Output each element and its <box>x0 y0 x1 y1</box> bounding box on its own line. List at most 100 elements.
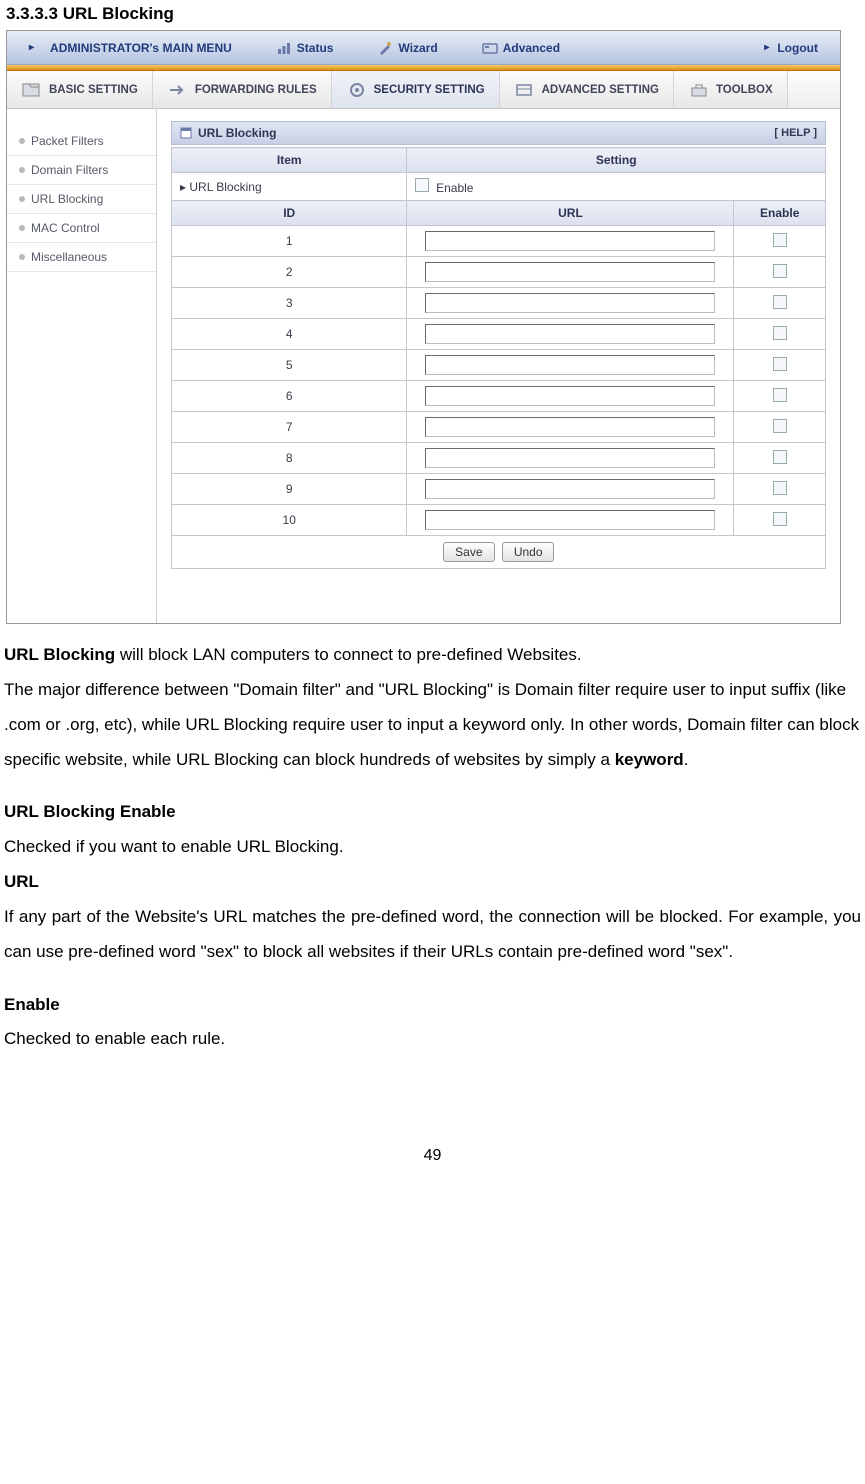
top-logout[interactable]: ▸ Logout <box>742 31 840 64</box>
cell-id: 7 <box>172 412 407 443</box>
text-url: If any part of the Website's URL matches… <box>4 900 861 970</box>
url-input[interactable] <box>425 231 715 251</box>
tab-toolbox[interactable]: TOOLBOX <box>674 71 788 108</box>
router-screenshot: ▸ ADMINISTRATOR's MAIN MENU Status Wizar… <box>6 30 841 624</box>
paragraph-intro: URL Blocking will block LAN computers to… <box>4 638 861 673</box>
content-panel: URL Blocking [ HELP ] Item Setting ▸ URL… <box>157 109 840 623</box>
top-bar: ▸ ADMINISTRATOR's MAIN MENU Status Wizar… <box>7 31 840 65</box>
cell-url <box>407 381 734 412</box>
table-row: 9 <box>172 474 826 505</box>
sidebar-label: Domain Filters <box>31 163 108 177</box>
top-status[interactable]: Status <box>254 31 356 64</box>
url-input[interactable] <box>425 479 715 499</box>
top-advanced-label: Advanced <box>503 41 560 55</box>
row-enable-checkbox[interactable] <box>773 326 787 340</box>
col-setting: Setting <box>407 148 826 173</box>
url-input[interactable] <box>425 355 715 375</box>
row-enable-checkbox[interactable] <box>773 512 787 526</box>
diff-end: . <box>684 750 689 769</box>
table-row: 7 <box>172 412 826 443</box>
top-status-label: Status <box>297 41 334 55</box>
keyword-term: keyword <box>615 750 684 769</box>
table-row: 5 <box>172 350 826 381</box>
subhead-url: URL <box>4 865 861 900</box>
cell-enable <box>734 474 826 505</box>
cell-id: 3 <box>172 288 407 319</box>
sidebar-label: MAC Control <box>31 221 100 235</box>
menu-arrow-icon: ▸ <box>29 42 34 53</box>
toolbox-icon <box>688 81 710 99</box>
subhead-enable: URL Blocking Enable <box>4 795 861 830</box>
tab-advanced-label: ADVANCED SETTING <box>542 84 659 96</box>
row-url-blocking: ▸ URL Blocking <box>172 173 407 201</box>
undo-button[interactable]: Undo <box>502 542 554 562</box>
tab-basic-label: BASIC SETTING <box>49 84 138 96</box>
tab-basic[interactable]: BASIC SETTING <box>7 71 153 108</box>
text-enable2: Checked to enable each rule. <box>4 1022 861 1057</box>
cell-id: 8 <box>172 443 407 474</box>
url-input[interactable] <box>425 386 715 406</box>
sidebar-item-packet-filters[interactable]: Packet Filters <box>7 127 156 156</box>
url-input[interactable] <box>425 510 715 530</box>
advanced-setting-icon <box>514 81 536 99</box>
text-enable: Checked if you want to enable URL Blocki… <box>4 830 861 865</box>
row-enable-checkbox[interactable] <box>773 264 787 278</box>
main-menu-label: ▸ ADMINISTRATOR's MAIN MENU <box>7 31 254 64</box>
top-wizard[interactable]: Wizard <box>355 31 459 64</box>
top-advanced[interactable]: Advanced <box>460 31 582 64</box>
col-id: ID <box>172 201 407 226</box>
tab-security[interactable]: SECURITY SETTING <box>332 71 500 108</box>
tab-advanced-setting[interactable]: ADVANCED SETTING <box>500 71 674 108</box>
row-enable-checkbox[interactable] <box>773 481 787 495</box>
bullet-icon <box>19 196 25 202</box>
cell-url <box>407 412 734 443</box>
row-enable-checkbox[interactable] <box>773 388 787 402</box>
url-input[interactable] <box>425 417 715 437</box>
table-row: 6 <box>172 381 826 412</box>
intro-text: will block LAN computers to connect to p… <box>115 645 581 664</box>
sidebar-item-url-blocking[interactable]: URL Blocking <box>7 185 156 214</box>
table-row: 3 <box>172 288 826 319</box>
tab-toolbox-label: TOOLBOX <box>716 84 773 96</box>
top-logout-label: Logout <box>777 41 818 55</box>
tab-bar: BASIC SETTING FORWARDING RULES SECURITY … <box>7 71 840 109</box>
sidebar-label: Miscellaneous <box>31 250 107 264</box>
sidebar-item-domain-filters[interactable]: Domain Filters <box>7 156 156 185</box>
cell-url <box>407 505 734 536</box>
cell-url <box>407 226 734 257</box>
table-row: 4 <box>172 319 826 350</box>
tab-forwarding[interactable]: FORWARDING RULES <box>153 71 332 108</box>
url-input[interactable] <box>425 262 715 282</box>
main-menu-text: ADMINISTRATOR's MAIN MENU <box>42 41 232 55</box>
sidebar-label: Packet Filters <box>31 134 104 148</box>
url-input[interactable] <box>425 293 715 313</box>
url-input[interactable] <box>425 448 715 468</box>
cell-enable <box>734 288 826 319</box>
cell-enable <box>734 319 826 350</box>
bullet-icon <box>19 138 25 144</box>
row-enable-checkbox[interactable] <box>773 233 787 247</box>
row-enable-checkbox[interactable] <box>773 357 787 371</box>
save-button[interactable]: Save <box>443 542 495 562</box>
status-icon <box>276 40 292 56</box>
url-input[interactable] <box>425 324 715 344</box>
table-row: 10 <box>172 505 826 536</box>
row-enable-checkbox[interactable] <box>773 419 787 433</box>
enable-label: Enable <box>436 181 473 195</box>
col-item: Item <box>172 148 407 173</box>
sidebar-item-mac-control[interactable]: MAC Control <box>7 214 156 243</box>
enable-checkbox[interactable] <box>415 178 429 192</box>
cell-id: 5 <box>172 350 407 381</box>
top-wizard-label: Wizard <box>398 41 437 55</box>
cell-enable <box>734 381 826 412</box>
doc-body: URL Blocking will block LAN computers to… <box>4 638 861 1057</box>
bullet-icon <box>19 167 25 173</box>
sidebar-item-misc[interactable]: Miscellaneous <box>7 243 156 272</box>
col-enable: Enable <box>734 201 826 226</box>
row-enable-checkbox[interactable] <box>773 450 787 464</box>
table-row: 1 <box>172 226 826 257</box>
row-enable-checkbox[interactable] <box>773 295 787 309</box>
forwarding-icon <box>167 81 189 99</box>
help-link[interactable]: [ HELP ] <box>774 127 817 139</box>
cell-url <box>407 474 734 505</box>
